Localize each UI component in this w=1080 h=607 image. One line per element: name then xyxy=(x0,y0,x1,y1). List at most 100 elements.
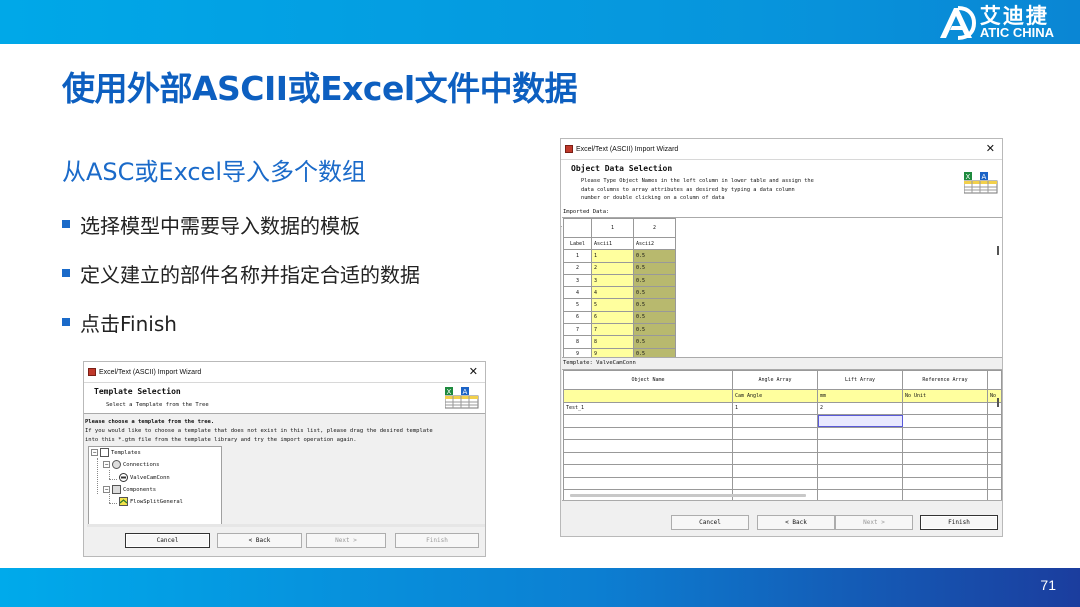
data-cell[interactable]: 3 xyxy=(591,273,634,288)
column-number[interactable]: 1 xyxy=(591,218,634,238)
vertical-scrollbar[interactable] xyxy=(997,246,999,255)
column-header: Angle Array xyxy=(732,370,818,390)
imported-data-label: Imported Data: xyxy=(563,209,610,215)
table-row: 8 8 0.5 xyxy=(563,335,676,349)
column-number[interactable]: 2 xyxy=(633,218,676,238)
data-cell[interactable]: 0.5 xyxy=(633,298,676,312)
object-name-cell[interactable] xyxy=(563,451,733,465)
tree-node-connections[interactable]: − Connections xyxy=(103,460,159,469)
data-cell[interactable]: 0.5 xyxy=(633,273,676,288)
description-line: number or double clicking on a column of… xyxy=(581,195,725,201)
data-cell[interactable] xyxy=(902,439,988,453)
close-icon[interactable]: ✕ xyxy=(986,142,995,155)
unit-cell[interactable]: Cam Angle xyxy=(732,389,818,403)
template-grid[interactable]: Object Name Angle Array Lift Array Refer… xyxy=(562,369,1002,501)
object-name-cell[interactable] xyxy=(563,476,733,490)
data-cell[interactable] xyxy=(902,476,988,490)
column-label[interactable]: Ascii2 xyxy=(633,236,676,251)
data-cell[interactable]: 4 xyxy=(591,286,634,300)
brand-logo: 艾迪捷 ATIC CHINA xyxy=(936,4,1054,42)
data-cell[interactable] xyxy=(987,439,1002,453)
data-cell[interactable] xyxy=(987,464,1002,478)
data-cell[interactable] xyxy=(732,451,818,465)
data-cell[interactable]: 0.5 xyxy=(633,310,676,325)
data-cell[interactable] xyxy=(817,426,903,440)
tree-node-components[interactable]: − Components xyxy=(103,485,156,494)
data-cell[interactable] xyxy=(732,476,818,490)
finish-button[interactable]: Finish xyxy=(395,533,479,548)
data-cell[interactable] xyxy=(902,414,988,428)
object-name-cell[interactable]: Test_1 xyxy=(563,401,733,415)
horizontal-scrollbar[interactable] xyxy=(87,524,485,527)
next-button[interactable]: Next > xyxy=(835,515,913,530)
data-cell[interactable] xyxy=(817,489,903,500)
data-cell[interactable]: 1 xyxy=(591,249,634,263)
object-name-cell[interactable] xyxy=(563,439,733,453)
data-cell[interactable]: 7 xyxy=(591,323,634,337)
data-cell[interactable]: 9 xyxy=(591,347,634,357)
cancel-button[interactable]: Cancel xyxy=(125,533,210,548)
data-cell[interactable] xyxy=(817,439,903,453)
cancel-button[interactable]: Cancel xyxy=(671,515,749,530)
close-icon[interactable]: ✕ xyxy=(469,365,478,378)
horizontal-scrollbar[interactable] xyxy=(570,494,806,497)
object-name-cell[interactable] xyxy=(563,464,733,478)
back-button[interactable]: < Back xyxy=(757,515,835,530)
selected-cell[interactable] xyxy=(817,414,903,428)
data-cell[interactable]: 0.5 xyxy=(633,261,676,275)
imported-data-grid[interactable]: 1 2 Label Ascii1 Ascii2 1 1 0.5 2 2 0.5 3 3 0.… xyxy=(562,217,1002,358)
data-cell[interactable] xyxy=(902,464,988,478)
data-cell[interactable] xyxy=(987,489,1002,500)
object-name-cell[interactable] xyxy=(563,426,733,440)
data-cell[interactable]: 5 xyxy=(591,298,634,312)
column-label[interactable]: Ascii1 xyxy=(591,236,634,251)
collapse-icon[interactable]: − xyxy=(103,486,110,493)
data-cell[interactable]: 0.5 xyxy=(633,249,676,263)
data-cell[interactable] xyxy=(817,476,903,490)
data-cell[interactable] xyxy=(817,464,903,478)
finish-button[interactable]: Finish xyxy=(920,515,998,530)
back-button[interactable]: < Back xyxy=(217,533,302,548)
data-cell[interactable] xyxy=(732,439,818,453)
data-cell[interactable]: 0.5 xyxy=(633,335,676,349)
tree-node-flowsplitgeneral[interactable]: FlowSplitGeneral xyxy=(119,497,183,506)
next-button[interactable]: Next > xyxy=(306,533,386,548)
data-cell[interactable] xyxy=(987,401,1002,415)
table-row xyxy=(563,439,1002,453)
data-cell[interactable] xyxy=(732,426,818,440)
data-cell[interactable] xyxy=(987,451,1002,465)
data-cell[interactable] xyxy=(817,451,903,465)
data-cell[interactable] xyxy=(902,451,988,465)
collapse-icon[interactable]: − xyxy=(91,449,98,456)
data-cell[interactable]: 0.5 xyxy=(633,323,676,337)
svg-text:A: A xyxy=(982,173,987,181)
data-cell[interactable]: 8 xyxy=(591,335,634,349)
unit-cell[interactable]: mm xyxy=(817,389,903,403)
data-cell[interactable]: 0.5 xyxy=(633,286,676,300)
data-cell[interactable]: 2 xyxy=(591,261,634,275)
wizard-heading: Object Data Selection xyxy=(571,164,673,173)
data-cell[interactable] xyxy=(902,489,988,500)
instruction-text: Please choose a template from the tree. … xyxy=(85,418,484,445)
data-cell[interactable] xyxy=(987,414,1002,428)
object-name-cell[interactable] xyxy=(563,414,733,428)
data-cell[interactable]: 2 xyxy=(817,401,903,415)
data-cell[interactable] xyxy=(987,426,1002,440)
collapse-icon[interactable]: − xyxy=(103,461,110,468)
vertical-scrollbar[interactable] xyxy=(997,398,999,407)
data-cell[interactable]: 0.5 xyxy=(633,347,676,357)
data-cell[interactable] xyxy=(732,414,818,428)
data-cell[interactable] xyxy=(732,464,818,478)
bullet-text: 定义建立的部件名称并指定合适的数据 xyxy=(80,263,420,287)
data-cell[interactable] xyxy=(987,476,1002,490)
template-tree[interactable]: − Templates − Connections ValveCamConn −… xyxy=(88,446,222,526)
data-cell[interactable]: 1 xyxy=(732,401,818,415)
data-cell[interactable] xyxy=(902,426,988,440)
tree-node-templates[interactable]: − Templates xyxy=(91,448,141,457)
unit-cell[interactable]: No xyxy=(987,389,1002,403)
data-cell[interactable]: 6 xyxy=(591,310,634,325)
tree-node-valvecamconn[interactable]: ValveCamConn xyxy=(119,473,170,482)
data-cell[interactable] xyxy=(902,401,988,415)
unit-cell[interactable]: No Unit xyxy=(902,389,988,403)
column-header: Lift Array xyxy=(817,370,903,390)
